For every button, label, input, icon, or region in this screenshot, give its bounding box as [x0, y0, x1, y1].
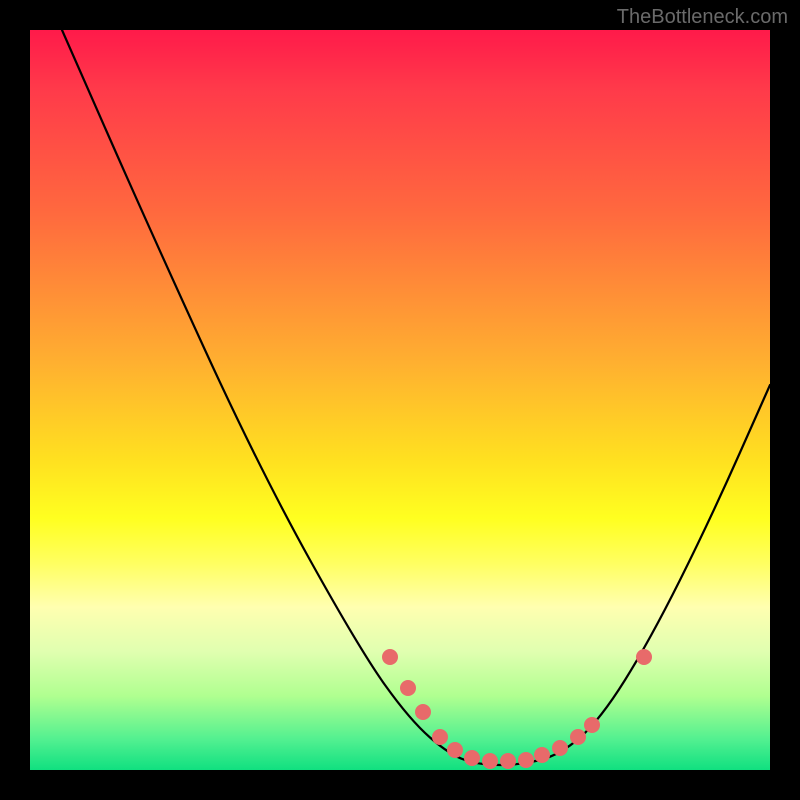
data-dot [400, 680, 416, 696]
chart-svg [30, 30, 770, 770]
data-dot [415, 704, 431, 720]
data-dot [464, 750, 480, 766]
bottleneck-curve-line [62, 30, 770, 765]
data-dot [534, 747, 550, 763]
data-dots-group [382, 649, 652, 769]
data-dot [447, 742, 463, 758]
data-dot [432, 729, 448, 745]
data-dot [636, 649, 652, 665]
data-dot [584, 717, 600, 733]
watermark: TheBottleneck.com [617, 6, 788, 29]
data-dot [500, 753, 516, 769]
data-dot [518, 752, 534, 768]
data-dot [552, 740, 568, 756]
data-dot [482, 753, 498, 769]
data-dot [382, 649, 398, 665]
data-dot [570, 729, 586, 745]
plot-area [30, 30, 770, 770]
